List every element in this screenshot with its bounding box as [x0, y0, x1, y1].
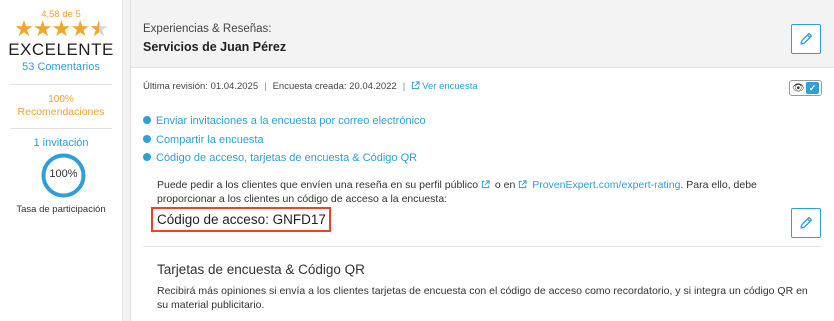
star-icon: ★ [32, 16, 53, 41]
page-title: Servicios de Juan Pérez [143, 40, 287, 54]
comments-link[interactable]: 53 Comentarios [0, 61, 122, 73]
pencil-icon [800, 216, 813, 229]
star-icon: ★ [70, 16, 90, 41]
section-label: Experiencias & Reseñas: [143, 23, 272, 35]
bullet-dot-icon [143, 153, 151, 161]
invitations-link[interactable]: 1 invitación [0, 137, 122, 149]
option-share-survey[interactable]: Compartir la encuesta [143, 134, 264, 146]
view-survey-link[interactable]: Ver encuesta [411, 81, 478, 92]
cards-title: Tarjetas de encuesta & Código QR [157, 262, 365, 277]
bullet-dot-icon [143, 116, 151, 124]
separator: | [264, 81, 267, 92]
panel-header: Experiencias & Reseñas: Servicios de Jua… [131, 0, 834, 68]
access-code-description: Puede pedir a los clientes que envíen un… [157, 178, 797, 206]
pencil-icon [800, 32, 813, 45]
edit-title-button[interactable] [791, 24, 821, 54]
option-email-invitations[interactable]: Enviar invitaciones a la encuesta por co… [143, 115, 426, 127]
section-divider [143, 246, 822, 247]
recommendations-label: Recomendaciones [17, 106, 105, 118]
description-text: Puede pedir a los clientes que envíen un… [157, 179, 479, 191]
star-icon: ★ [51, 16, 72, 41]
external-link-icon [412, 81, 420, 90]
expert-rating-link[interactable]: ProvenExpert.com/expert-rating [532, 179, 680, 191]
bullet-dot-icon [143, 135, 151, 143]
participation-label: Tasa de participación [16, 204, 106, 215]
checkbox-checked-icon: ✓ [806, 82, 819, 94]
cards-description: Recibirá más opiniones si envía a los cl… [157, 285, 808, 311]
description-text: o en [494, 179, 516, 191]
participation-percent: 100% [49, 168, 78, 180]
option-access-code[interactable]: Código de acceso, tarjetas de encuesta &… [143, 152, 417, 164]
external-link-icon[interactable] [481, 180, 490, 189]
edit-access-code-button[interactable] [791, 208, 821, 238]
star-rating: ★★★★★ [0, 16, 122, 41]
recommendations-percent: 100% [48, 94, 74, 105]
last-revision: Última revisión: 01.04.2025 [143, 81, 259, 92]
view-survey-label: Ver encuesta [422, 81, 478, 92]
rating-label: EXCELENTE [8, 40, 114, 59]
separator: | [402, 81, 406, 92]
star-icon: ★ [14, 16, 34, 41]
option-label: Compartir la encuesta [156, 134, 264, 146]
option-label: Enviar invitaciones a la encuesta por co… [156, 115, 426, 127]
eye-icon: 👁 [792, 82, 805, 94]
survey-meta: Última revisión: 01.04.2025 | Encuesta cre… [143, 81, 478, 92]
half-star-icon: ★ [89, 18, 109, 41]
survey-panel: Experiencias & Reseñas: Servicios de Jua… [130, 0, 834, 321]
sidebar-divider [10, 84, 112, 85]
external-link-icon[interactable] [518, 180, 527, 189]
sidebar-divider [10, 128, 112, 129]
survey-created: Encuesta creada: 20.04.2022 [272, 81, 397, 92]
option-label: Código de acceso, tarjetas de encuesta &… [156, 152, 418, 164]
rating-sidebar: 4,58 de 5 ★★★★★ EXCELENTE 53 Comentarios… [0, 0, 123, 321]
access-code: Código de acceso: GNFD17 [151, 207, 331, 232]
visibility-toggle[interactable]: 👁 ✓ [789, 80, 822, 96]
